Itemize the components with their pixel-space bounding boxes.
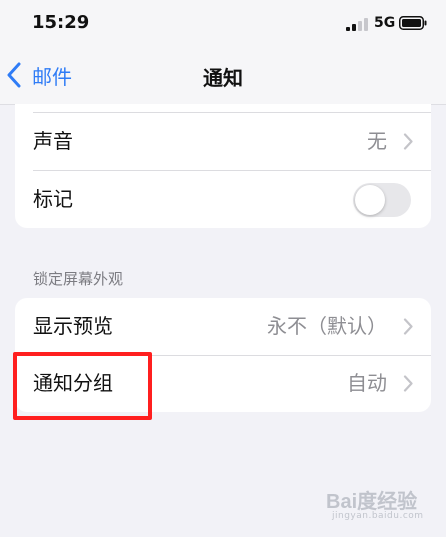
notification-grouping-row[interactable]: 通知分组 自动 — [15, 355, 431, 412]
status-bar: 15:29 5G — [0, 0, 446, 48]
watermark-text: Bai度经验 — [326, 491, 418, 513]
notification-grouping-value: 自动 — [347, 371, 387, 395]
settings-group-sounds: 声音 无 标记 — [15, 104, 431, 228]
chevron-right-icon — [403, 375, 413, 392]
chevron-right-icon — [403, 318, 413, 335]
sound-label: 声音 — [33, 129, 73, 153]
notification-grouping-label: 通知分组 — [33, 371, 113, 395]
navigation-bar: 邮件 通知 — [0, 48, 446, 105]
status-time: 15:29 — [32, 12, 90, 33]
cellular-signal-icon — [346, 17, 368, 31]
page-title: 通知 — [203, 66, 243, 90]
chevron-right-icon — [403, 133, 413, 150]
show-previews-value: 永不（默认） — [267, 314, 387, 338]
badges-toggle[interactable] — [353, 183, 411, 217]
badges-row: 标记 — [15, 171, 431, 228]
baidu-watermark-logo: Bai度经验 jingyan.baidu.com — [326, 479, 438, 527]
show-previews-row[interactable]: 显示预览 永不（默认） — [15, 298, 431, 355]
section-header-lock-screen: 锁定屏幕外观 — [33, 270, 124, 288]
sound-row[interactable]: 声音 无 — [15, 113, 431, 170]
settings-group-lock-screen: 显示预览 永不（默认） 通知分组 自动 — [15, 298, 431, 412]
show-previews-label: 显示预览 — [33, 314, 113, 338]
toggle-knob — [355, 185, 385, 215]
battery-icon — [399, 16, 427, 30]
sound-value: 无 — [367, 129, 387, 153]
network-type: 5G — [374, 15, 396, 31]
watermark-subtext: jingyan.baidu.com — [332, 511, 424, 521]
badges-label: 标记 — [33, 187, 73, 211]
